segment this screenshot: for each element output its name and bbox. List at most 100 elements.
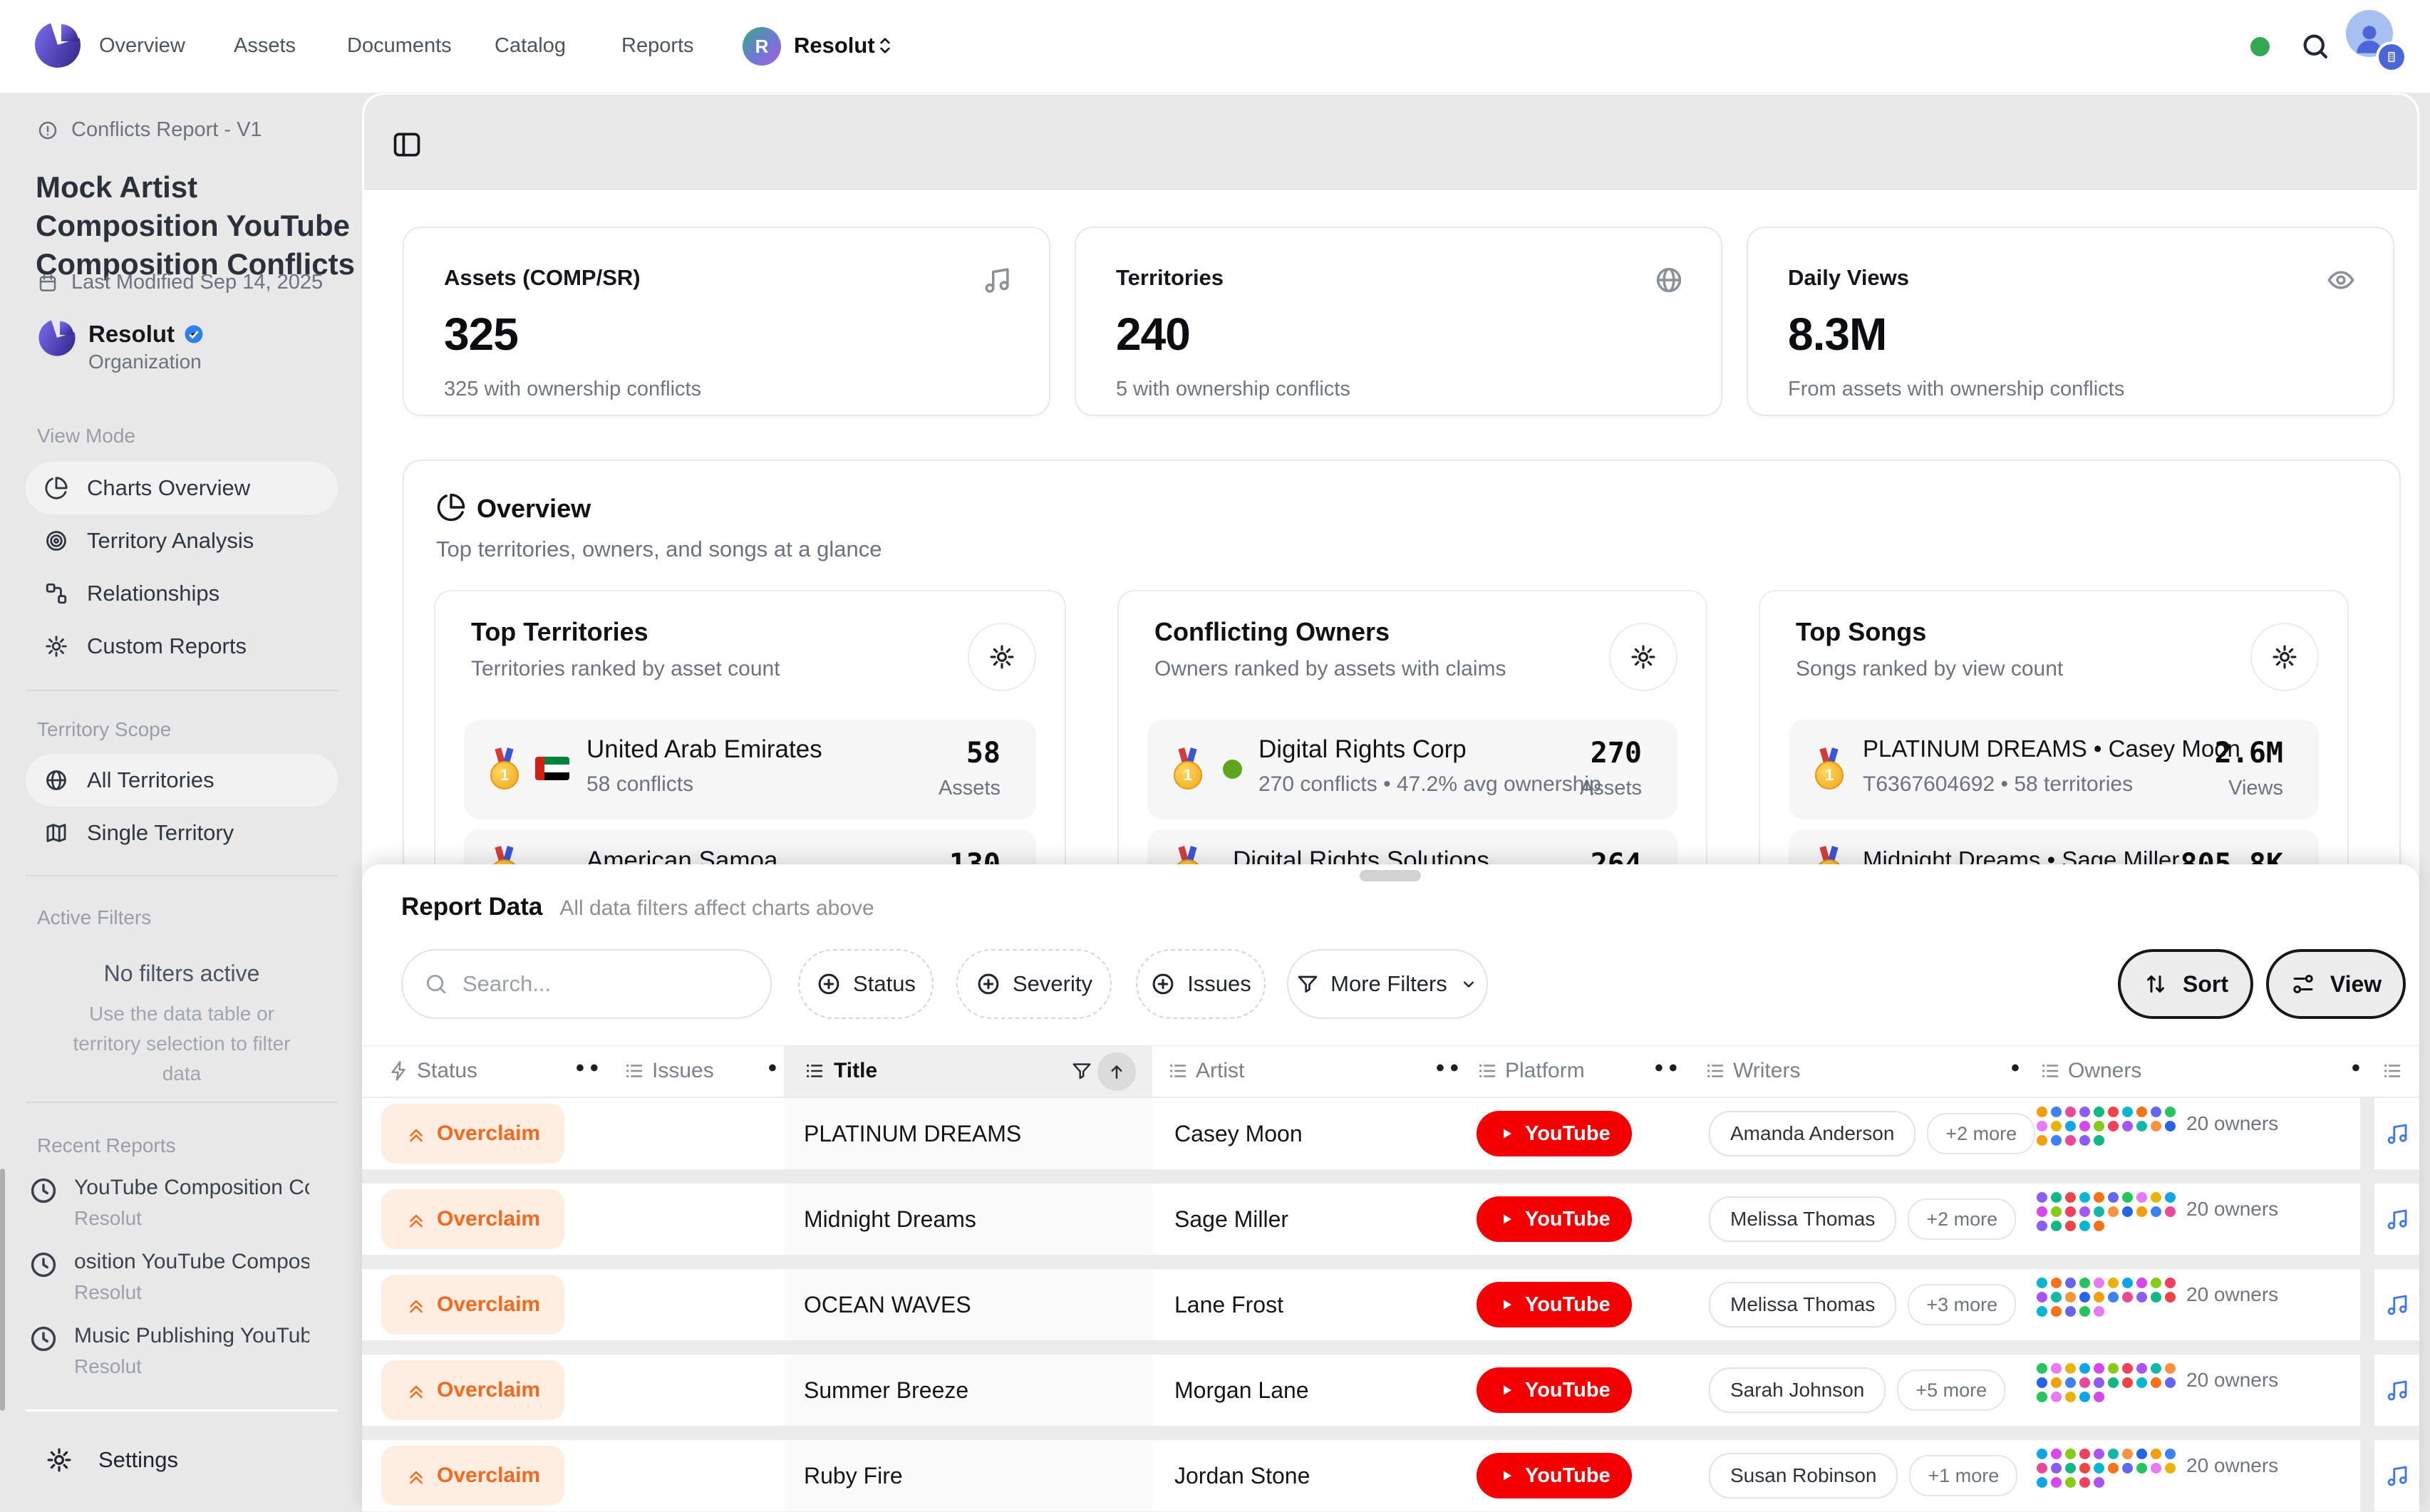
column-platform[interactable]: Platform [1505,1059,1585,1083]
sidebar-scrollbar[interactable] [0,1169,5,1411]
list-item-territory[interactable]: 1 United Arab Emirates 58 conflicts 58 A… [464,720,1036,819]
writer-pill[interactable]: Sarah Johnson [1709,1367,1886,1413]
card-settings-button[interactable] [968,623,1036,691]
more-writers-pill[interactable]: +2 more [1908,1198,2016,1240]
writer-pill[interactable]: Melissa Thomas [1709,1282,1896,1327]
funnel-icon[interactable] [1071,1060,1092,1082]
platform-badge-youtube[interactable]: YouTube [1477,1367,1632,1413]
stat-card-assets: Assets (COMP/SR) 325 325 with ownership … [403,227,1050,416]
cell-title: Summer Breeze [804,1377,968,1404]
column-issues[interactable]: Issues [652,1059,714,1083]
filter-chip-issues[interactable]: Issues [1136,949,1266,1019]
sort-ascending-button[interactable] [1097,1052,1136,1091]
music-note-icon [2385,1378,2409,1402]
sort-button[interactable]: Sort [2118,949,2253,1019]
status-badge-overclaim[interactable]: Overclaim [381,1189,564,1249]
workflow-icon [44,581,68,606]
brand-logo-icon[interactable] [33,20,83,70]
recent-report-item[interactable]: Music Publishing YouTube Co Resolut [29,1324,335,1378]
view-button[interactable]: View [2266,949,2406,1019]
chevron-up-down-icon[interactable] [874,34,896,57]
more-filters-button[interactable]: More Filters [1287,949,1488,1019]
column-writers[interactable]: Writers [1733,1059,1800,1083]
last-modified: Last Modified Sep 14, 2025 [71,271,323,294]
recent-report-item[interactable]: YouTube Composition Confli Resolut [29,1176,335,1230]
funnel-icon [1296,973,1319,995]
org-type: Organization [88,351,202,373]
status-badge-overclaim[interactable]: Overclaim [381,1275,564,1335]
sidebar-item-territory-analysis[interactable]: Territory Analysis [26,514,338,567]
more-writers-pill[interactable]: +1 more [1909,1455,2017,1496]
plus-circle-icon [976,971,1001,997]
asset-link-button[interactable] [2374,1184,2419,1255]
asset-link-button[interactable] [2374,1269,2419,1340]
column-title[interactable]: Title [834,1059,877,1083]
status-badge-overclaim[interactable]: Overclaim [381,1104,564,1164]
nav-item-assets[interactable]: Assets [234,34,296,58]
cell-title: Midnight Dreams [804,1206,976,1233]
owners-count: 20 owners [2186,1112,2278,1135]
asset-link-button[interactable] [2374,1355,2419,1426]
more-writers-pill[interactable]: +5 more [1897,1369,2005,1411]
list-icon [2382,1060,2403,1082]
sort-arrows-icon [2143,971,2168,997]
search-field[interactable] [461,970,735,998]
table-row[interactable]: Overclaim OCEAN WAVES Lane Frost YouTube… [362,1269,2419,1340]
status-badge-overclaim[interactable]: Overclaim [381,1360,564,1420]
writer-pill[interactable]: Amanda Anderson [1709,1111,1915,1156]
writer-pill[interactable]: Susan Robinson [1709,1453,1898,1498]
overview-subtitle: Top territories, owners, and songs at a … [436,537,882,562]
sidebar-item-all-territories[interactable]: All Territories [26,754,338,807]
column-resize-dots[interactable]: • [768,1055,782,1082]
column-resize-dots[interactable]: • [2352,1055,2366,1082]
status-badge-overclaim[interactable]: Overclaim [381,1446,564,1506]
more-writers-pill[interactable]: +3 more [1908,1284,2016,1325]
search-icon[interactable] [2300,31,2330,61]
asset-link-button[interactable] [2374,1440,2419,1511]
nav-item-catalog[interactable]: Catalog [495,34,566,58]
table-row[interactable]: Overclaim PLATINUM DREAMS Casey Moon You… [362,1098,2419,1169]
sidebar-item-relationships[interactable]: Relationships [26,567,338,620]
column-resize-dots[interactable]: • [2011,1055,2025,1082]
sheet-drag-handle[interactable] [1360,870,1421,881]
settings-button[interactable]: Settings [46,1446,178,1474]
nav-item-reports[interactable]: Reports [621,34,694,58]
search-input[interactable] [401,949,772,1019]
play-icon [1498,1382,1515,1399]
sidebar-toggle-button[interactable] [391,129,423,160]
platform-badge-youtube[interactable]: YouTube [1477,1111,1632,1156]
owners-count: 20 owners [2186,1198,2278,1221]
column-owners[interactable]: Owners [2068,1059,2141,1083]
asset-link-button[interactable] [2374,1098,2419,1169]
org-avatar[interactable]: R [743,27,781,66]
list-icon [804,1060,825,1082]
card-settings-button[interactable] [2250,623,2319,691]
recent-report-item[interactable]: osition YouTube Composition Resolut [29,1250,335,1304]
list-item-song[interactable]: 1 PLATINUM DREAMS • Casey Moon T63676046… [1789,720,2319,819]
column-status[interactable]: Status [417,1059,477,1083]
platform-badge-youtube[interactable]: YouTube [1477,1453,1632,1498]
column-resize-dots[interactable]: •• [576,1055,604,1082]
sidebar-item-custom-reports[interactable]: Custom Reports [26,620,338,673]
platform-badge-youtube[interactable]: YouTube [1477,1282,1632,1327]
sidebar-item-single-territory[interactable]: Single Territory [26,807,338,859]
filter-chip-status[interactable]: Status [798,949,934,1019]
org-switcher[interactable]: Resolut [794,33,875,58]
writer-pill[interactable]: Melissa Thomas [1709,1196,1896,1242]
sidebar-item-charts-overview[interactable]: Charts Overview [26,462,338,514]
table-row[interactable]: Overclaim Ruby Fire Jordan Stone YouTube… [362,1440,2419,1511]
arrow-up-icon [1106,1061,1127,1082]
platform-badge-youtube[interactable]: YouTube [1477,1196,1632,1242]
nav-item-documents[interactable]: Documents [347,34,452,58]
column-artist[interactable]: Artist [1196,1059,1244,1083]
filter-chip-severity[interactable]: Severity [956,949,1112,1019]
table-row[interactable]: Overclaim Midnight Dreams Sage Miller Yo… [362,1184,2419,1255]
list-item-owner[interactable]: 1 Digital Rights Corp 270 conflicts • 47… [1147,720,1677,819]
column-resize-dots[interactable]: •• [1436,1055,1464,1082]
card-settings-button[interactable] [1609,623,1677,691]
table-row[interactable]: Overclaim Summer Breeze Morgan Lane YouT… [362,1355,2419,1426]
more-writers-pill[interactable]: +2 more [1927,1113,2035,1154]
nav-item-overview[interactable]: Overview [99,34,185,58]
cell-title: Ruby Fire [804,1463,903,1489]
column-resize-dots[interactable]: •• [1655,1055,1683,1082]
